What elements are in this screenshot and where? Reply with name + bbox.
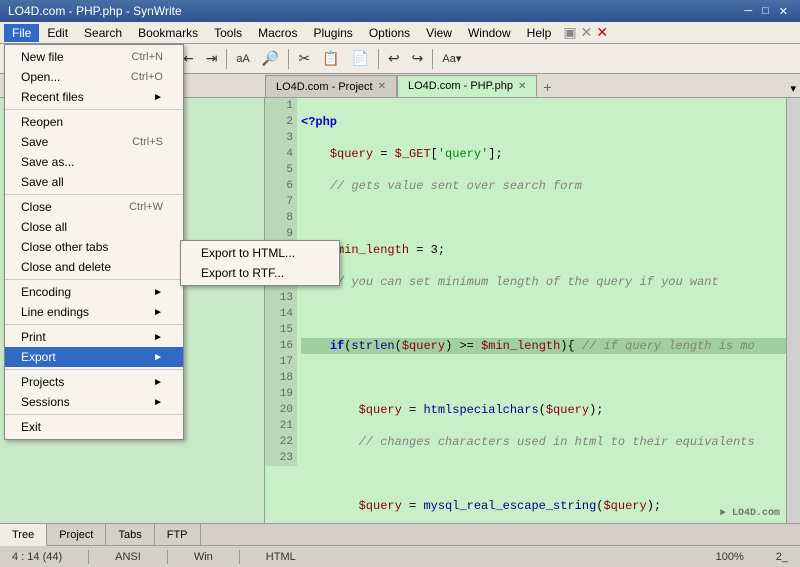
menu-print[interactable]: Print ► <box>5 327 183 347</box>
export-rtf[interactable]: Export to RTF... <box>181 263 339 283</box>
menu-open[interactable]: Open... Ctrl+O <box>5 67 183 87</box>
export-submenu: Export to HTML... Export to RTF... <box>180 240 340 286</box>
export-html[interactable]: Export to HTML... <box>181 243 339 263</box>
menu-recent-files[interactable]: Recent files ► <box>5 87 183 107</box>
menu-save-as[interactable]: Save as... <box>5 152 183 172</box>
menu-new-file[interactable]: New file Ctrl+N <box>5 47 183 67</box>
menu-projects[interactable]: Projects ► <box>5 372 183 392</box>
menu-close[interactable]: Close Ctrl+W <box>5 197 183 217</box>
menu-encoding[interactable]: Encoding ► <box>5 282 183 302</box>
menu-save-all[interactable]: Save all <box>5 172 183 192</box>
menu-close-other-tabs[interactable]: Close other tabs <box>5 237 183 257</box>
menu-sessions[interactable]: Sessions ► <box>5 392 183 412</box>
file-menu-dropdown: New file Ctrl+N Open... Ctrl+O Recent fi… <box>4 44 184 440</box>
menu-overlay[interactable]: New file Ctrl+N Open... Ctrl+O Recent fi… <box>0 0 800 567</box>
menu-exit[interactable]: Exit <box>5 417 183 437</box>
menu-reopen[interactable]: Reopen <box>5 112 183 132</box>
menu-line-endings[interactable]: Line endings ► <box>5 302 183 322</box>
menu-close-delete[interactable]: Close and delete <box>5 257 183 277</box>
menu-save[interactable]: Save Ctrl+S <box>5 132 183 152</box>
menu-export[interactable]: Export ► <box>5 347 183 367</box>
menu-close-all[interactable]: Close all <box>5 217 183 237</box>
